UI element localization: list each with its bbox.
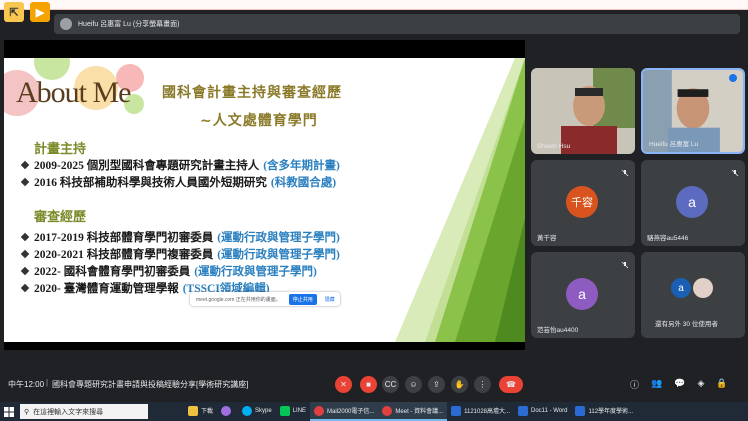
section-heading-projects: 計畫主持 [34, 142, 87, 157]
mic-off-icon [731, 164, 739, 177]
bullet-icon [20, 266, 30, 275]
bullet-icon [20, 232, 30, 241]
meeting-controls-bar: 中午12:00 | 國科會專題研究計畫申請與投稿經驗分享[學術研究講座] ✕ ■… [0, 366, 748, 402]
present-button[interactable]: ⇪ [428, 376, 445, 393]
activities-icon[interactable]: ◈ [697, 378, 704, 391]
presentation-icon[interactable]: ▶ [30, 2, 50, 22]
taskbar-item-messenger[interactable] [217, 402, 238, 421]
captions-button[interactable]: CC [382, 376, 399, 393]
slide-subheading: ~人文處體育學門 [200, 113, 318, 129]
messenger-icon [221, 405, 232, 416]
chat-icon[interactable]: 💬 [674, 378, 685, 391]
right-controls: ⓘ 👥 💬 ◈ 🔒 [630, 378, 728, 391]
list-item: 2022- 國科會體育學門初審委員 (運動行政與管理子學門) [20, 262, 340, 279]
taskbar-item-line[interactable]: LINE [276, 402, 310, 421]
camera-toggle-button[interactable]: ■ [360, 376, 377, 393]
participant-tile[interactable]: a 范芸怡au4400 [531, 252, 635, 338]
bullet-icon [20, 283, 30, 292]
emoji-button[interactable]: ☺ [405, 376, 422, 393]
green-decoration [395, 58, 525, 342]
mic-off-icon [621, 164, 629, 177]
participant-name: 黃千容 [537, 235, 557, 242]
taskbar-search[interactable]: ⚲ 在這裡輸入文字來搜尋 [20, 404, 148, 419]
taskbar-item-downloads[interactable]: 下載 [184, 402, 217, 421]
presenter-label: Hueifu 呂惠富 Lu (分享螢幕畫面) [78, 21, 180, 28]
word-icon [451, 405, 462, 416]
share-message: meet.google.com 正在共用你的畫面。 [196, 296, 281, 303]
avatar: a [671, 278, 691, 298]
presenter-bar: Hueifu 呂惠富 Lu (分享螢幕畫面) [54, 14, 740, 34]
screen-share-banner: meet.google.com 正在共用你的畫面。 停止共用 隱藏 [190, 292, 340, 306]
speaking-icon [729, 74, 737, 82]
participant-name: 駱燕容au5446 [647, 235, 689, 242]
more-participants-tile[interactable]: a 還有另外 30 位使用者 [641, 252, 745, 338]
participant-name: 范芸怡au4400 [537, 327, 579, 334]
project-list: 2009-2025 個別型國科會專題研究計畫主持人 (含多年期計畫) 2016 科… [20, 156, 340, 190]
people-icon[interactable]: 👥 [651, 378, 662, 391]
windows-taskbar: ⚲ 在這裡輸入文字來搜尋 下載 Skype LINE Mail2000電子信..… [0, 402, 748, 421]
list-item: 2009-2025 個別型國科會專題研究計畫主持人 (含多年期計畫) [20, 156, 340, 173]
participant-tile[interactable]: Shawn Hsu [531, 68, 635, 154]
bullet-icon [20, 160, 30, 169]
start-button[interactable] [0, 402, 18, 421]
info-icon[interactable]: ⓘ [630, 378, 639, 391]
slide-heading: 國科會計畫主持與審查經歷 [162, 85, 342, 101]
word-icon [518, 405, 529, 416]
windows-icon [4, 406, 14, 417]
section-heading-reviews: 審查經歷 [34, 210, 87, 225]
stop-sharing-button[interactable]: 停止共用 [288, 293, 317, 305]
participant-name: Hueifu 呂惠富 Lu [649, 141, 699, 148]
more-participants-label: 還有另外 30 位使用者 [655, 321, 718, 328]
search-placeholder: 在這裡輸入文字來搜尋 [33, 408, 104, 416]
participant-name: Shawn Hsu [537, 143, 571, 150]
taskbar-item-meet[interactable]: Meet - 資料會議... [378, 402, 448, 421]
list-item: 2020-2021 科技部體育學門複審委員 (運動行政與管理子學門) [20, 245, 340, 262]
slide-title: About Me [16, 76, 131, 109]
skype-icon [242, 405, 253, 416]
participant-tile[interactable]: a 駱燕容au5446 [641, 160, 745, 246]
meeting-time: 中午12:00 [8, 380, 45, 389]
taskbar-item-doc11[interactable]: Doc11 - Word [514, 402, 571, 421]
mic-toggle-button[interactable]: ✕ [335, 376, 352, 393]
participant-video [531, 68, 635, 154]
meeting-title: 國科會專題研究計畫申請與投稿經驗分享[學術研究講座] [52, 380, 249, 389]
participant-tile-active-speaker[interactable]: Hueifu 呂惠富 Lu [641, 68, 745, 154]
avatar-photo [693, 278, 713, 298]
list-item: 2016 科技部補助科學與技術人員國外短期研究 (科教國合處) [20, 173, 340, 190]
bullet-icon [20, 177, 30, 186]
taskbar-item-doc-b[interactable]: 112學年度學術... [571, 402, 637, 421]
chrome-icon [382, 405, 393, 416]
presenter-avatar [60, 18, 72, 30]
raise-hand-button[interactable]: ✋ [451, 376, 468, 393]
left-app-icons: ⇱ ▶ [4, 2, 50, 22]
folder-icon [188, 405, 198, 416]
leave-call-button[interactable]: ☎ [499, 376, 523, 393]
search-icon: ⚲ [24, 408, 30, 416]
separator: | [46, 378, 49, 387]
avatar: 千容 [566, 186, 598, 218]
list-item: 2017-2019 科技部體育學門初審委員 (運動行政與管理子學門) [20, 228, 340, 245]
mic-off-icon [621, 256, 629, 269]
host-controls-icon[interactable]: 🔒 [716, 378, 727, 391]
more-options-button[interactable]: ⋮ [474, 376, 491, 393]
avatar: a [676, 186, 708, 218]
word-icon [575, 405, 586, 416]
taskbar-item-skype[interactable]: Skype [238, 402, 276, 421]
review-list: 2017-2019 科技部體育學門初審委員 (運動行政與管理子學門) 2020-2… [20, 228, 340, 296]
taskbar-item-doc-a[interactable]: 1121028高壇大... [447, 402, 514, 421]
line-icon [279, 405, 290, 416]
hide-banner-button[interactable]: 隱藏 [325, 296, 335, 303]
bullet-icon [20, 249, 30, 258]
notification-strip [0, 0, 748, 10]
avatar: a [566, 278, 598, 310]
taskbar-item-mail[interactable]: Mail2000電子信... [310, 402, 379, 421]
participant-tile[interactable]: 千容 黃千容 [531, 160, 635, 246]
chrome-icon [314, 405, 325, 416]
cast-icon[interactable]: ⇱ [4, 2, 24, 22]
